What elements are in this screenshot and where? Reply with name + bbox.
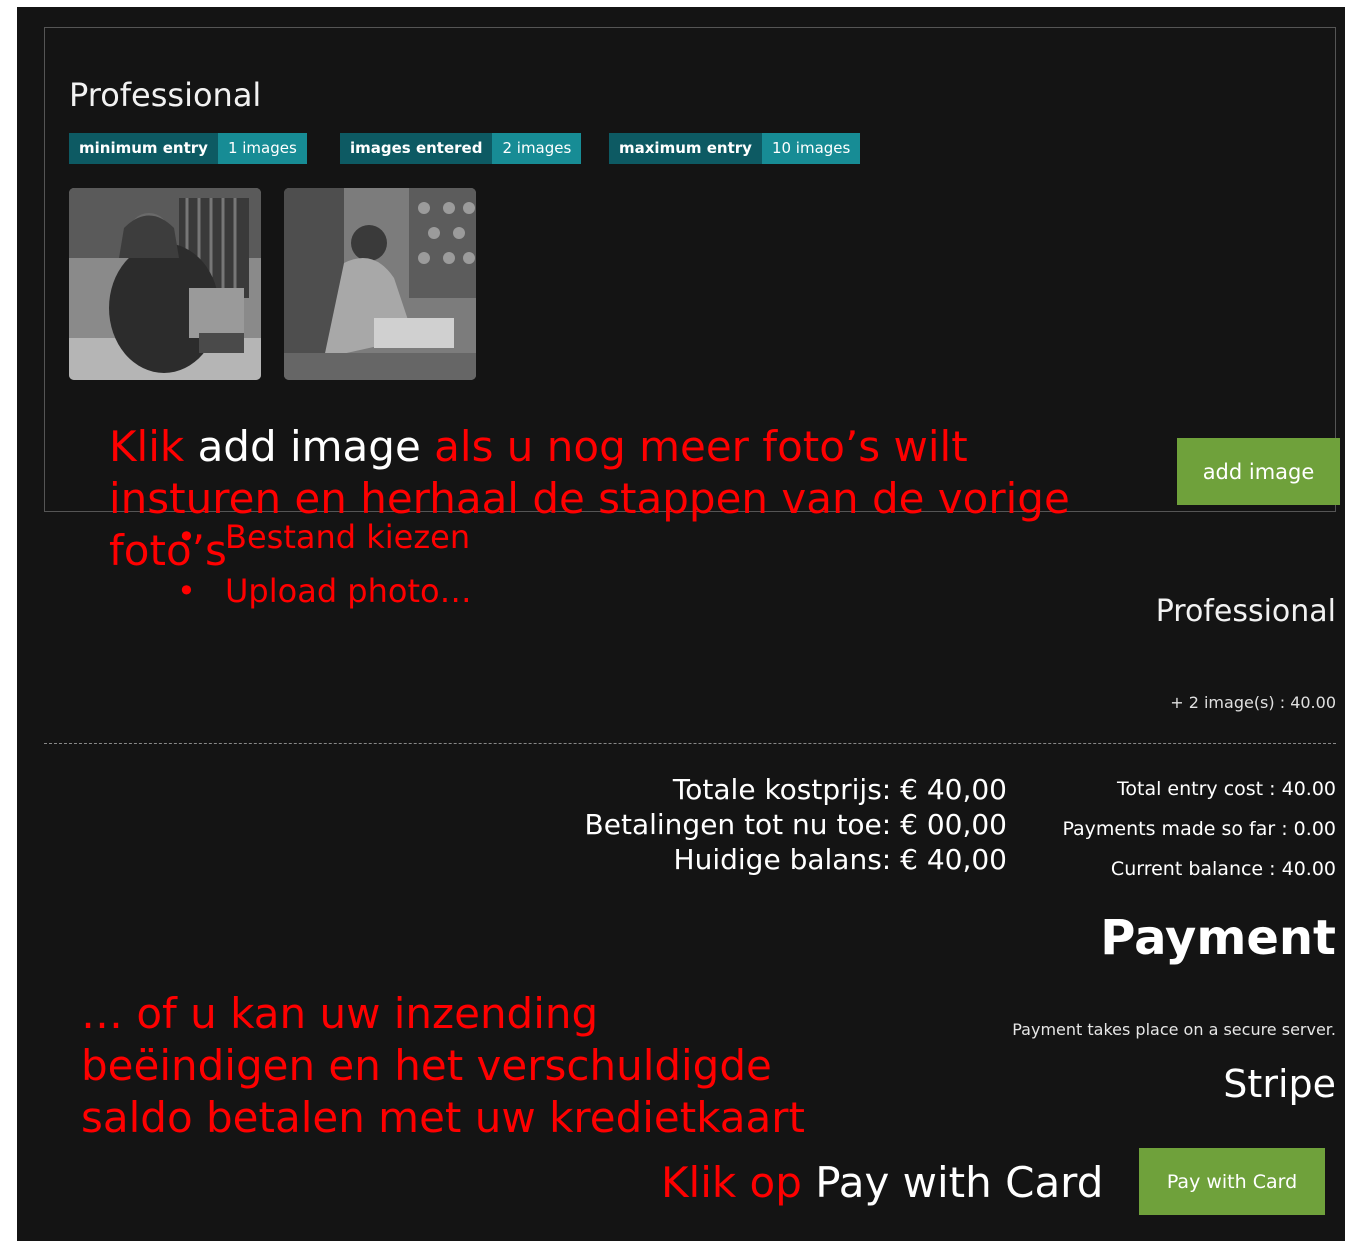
summary-line: + 2 image(s) : 40.00 [1170,693,1336,712]
current-balance: Current balance : 40.00 [1110,858,1336,880]
payment-note: Payment takes place on a secure server. [1012,1020,1336,1039]
instruction-bullet: • Bestand kiezen [177,518,470,556]
photo-writing-girl [284,188,476,380]
bullet-icon: • [177,518,196,556]
bullet-icon: • [177,572,196,610]
badge-value: 2 images [492,133,582,164]
category-panel: Professional minimum entry 1 images imag… [44,27,1340,575]
total-cost-nl: Totale kostprijs: € 40,00 [672,773,1007,806]
photo-seated-woman [69,188,261,380]
totals-dutch: Totale kostprijs: € 40,00 Betalingen tot… [585,772,1007,877]
annotation-click-pay: Klik op Pay with Card [661,1157,1103,1209]
badge-value: 1 images [217,133,307,164]
badge-label: maximum entry [609,133,762,164]
instruction-bullet: • Upload photo… [177,572,472,610]
stripe-heading: Stripe [1223,1062,1336,1106]
pay-with-card-button[interactable]: Pay with Card [1139,1148,1325,1215]
summary-title: Professional [1155,594,1336,629]
annotation-highlight: Pay with Card [815,1158,1104,1207]
annotation-text: Klik [109,422,185,471]
badge-label: images entered [340,133,493,164]
badge-maximum-entry: maximum entry 10 images [609,133,861,164]
current-balance-nl: Huidige balans: € 40,00 [673,843,1007,876]
badge-minimum-entry: minimum entry 1 images [69,133,307,164]
payments-made-so-far: Payments made so far : 0.00 [1062,818,1336,840]
page-canvas: Professional minimum entry 1 images imag… [17,7,1345,1241]
payments-so-far-nl: Betalingen tot nu toe: € 00,00 [584,808,1007,841]
category-title: Professional [69,76,262,114]
thumbnail-image[interactable] [284,188,476,380]
payment-heading: Payment [1100,910,1336,966]
add-image-button[interactable]: add image [1177,438,1340,505]
annotation-text: Klik op [661,1158,802,1207]
badge-label: minimum entry [69,133,218,164]
badge-value: 10 images [761,133,861,164]
totals-english: Total entry cost : 40.00 Payments made s… [1062,769,1336,889]
annotation-pay: … of u kan uw inzending beëindigen en he… [81,989,806,1142]
bullet-text: Upload photo… [225,572,472,610]
divider [44,743,1336,744]
thumbnail-image[interactable] [69,188,261,380]
bullet-text: Bestand kiezen [225,518,471,556]
badge-images-entered: images entered 2 images [340,133,582,164]
total-entry-cost: Total entry cost : 40.00 [1117,778,1336,800]
annotation-highlight: add image [197,422,421,471]
